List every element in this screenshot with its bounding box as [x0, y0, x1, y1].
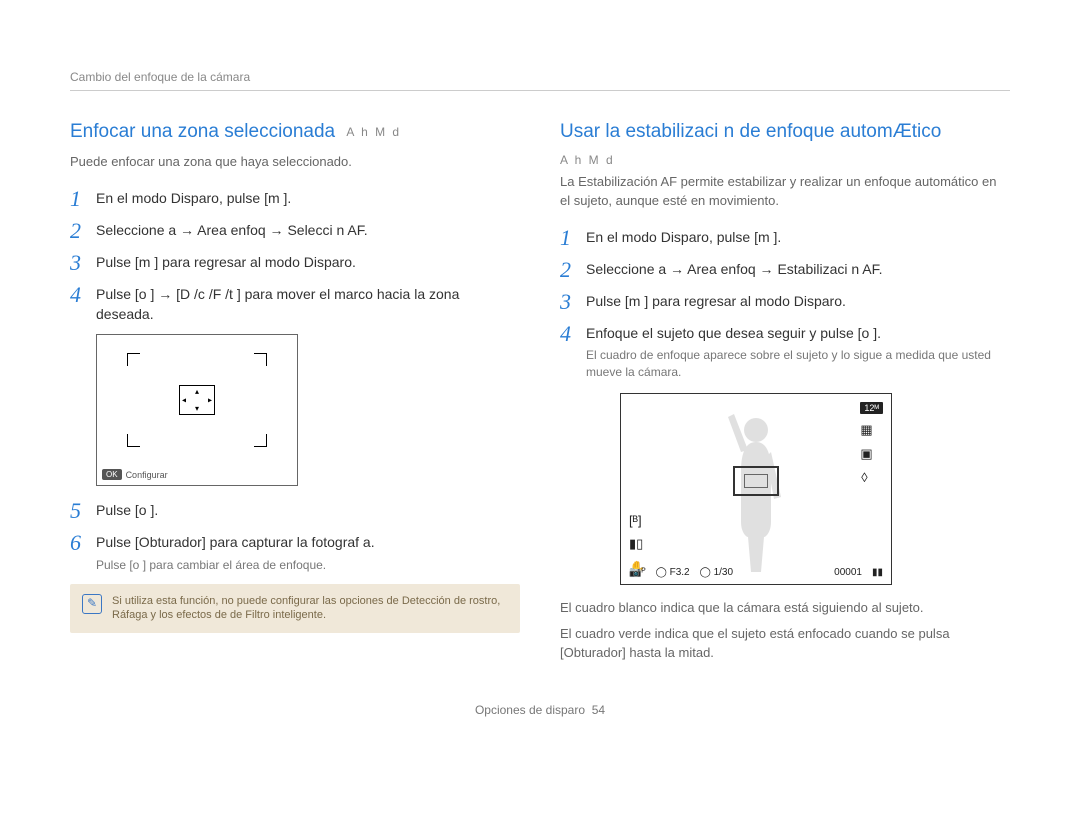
- right-icon-column: 12ᴹ ▦ ▣ ꕺ: [860, 402, 883, 486]
- step-body: En el modo Disparo, pulse [m ].: [96, 188, 520, 208]
- storage-icon: ▮▮: [872, 567, 883, 578]
- steps-left-a: 1En el modo Disparo, pulse [m ]. 2Selecc…: [70, 188, 520, 325]
- step-body: Pulse [o ].: [96, 500, 520, 520]
- intro-right: La Estabilización AF permite estabilizar…: [560, 173, 1010, 211]
- configure-label: Conﬁgurar: [126, 470, 168, 480]
- right-column: Usar la estabilizaci n de enfoque automÆ…: [560, 121, 1010, 679]
- step-body: Seleccione a → Area enfoq → Selecci n AF…: [96, 220, 520, 240]
- ok-bar: OK Conﬁgurar: [102, 469, 168, 480]
- steps-left-b: 5Pulse [o ]. 6 Pulse [Obturador] para ca…: [70, 500, 520, 573]
- step-body: Seleccione a → Area enfoq → Estabilizaci…: [586, 259, 1010, 279]
- shutter-value: ◯ 1/30: [700, 567, 733, 578]
- note-box: ✎ Si utiliza esta función, no puede conf…: [70, 584, 520, 634]
- page-footer: Opciones de disparo 54: [70, 703, 1010, 717]
- intro-left: Puede enfocar una zona que haya seleccio…: [70, 153, 520, 172]
- section-title-right: Usar la estabilizaci n de enfoque automÆ…: [560, 121, 1010, 143]
- step-num: 3: [70, 252, 96, 274]
- step-body: En el modo Disparo, pulse [m ].: [586, 227, 1010, 247]
- step-subtext: Pulse [o ] para cambiar el área de enfoq…: [96, 557, 520, 574]
- tracking-box-icon: [733, 466, 779, 496]
- bottom-status-row: 📷ᴾ ◯ F3.2 ◯ 1/30 00001 ▮▮: [629, 567, 883, 578]
- step-body: Enfoque el sujeto que desea seguir y pul…: [586, 323, 1010, 381]
- battery-meter-icon: ▮▯: [629, 536, 645, 552]
- step-num: 4: [560, 323, 586, 345]
- step-body: Pulse [m ] para regresar al modo Disparo…: [96, 252, 520, 272]
- step-body: Pulse [Obturador] para capturar la fotog…: [96, 532, 520, 573]
- footer-page: 54: [592, 703, 605, 717]
- step-num: 1: [70, 188, 96, 210]
- af-area-icon: [ᴮ]: [629, 513, 645, 528]
- corner-bracket-icon: [127, 434, 140, 447]
- focus-box-icon: ◂▸: [179, 385, 215, 415]
- step-body: Pulse [o ] → [D /c /F /t ] para mover el…: [96, 284, 520, 325]
- step-num: 1: [560, 227, 586, 249]
- corner-bracket-icon: [254, 353, 267, 366]
- aperture-value: ◯ F3.2: [656, 567, 690, 578]
- section-title-left: Enfocar una zona seleccionada A h M d: [70, 121, 520, 143]
- step-num: 4: [70, 284, 96, 306]
- note-icon: ✎: [82, 594, 102, 614]
- tracking-diagram: 12ᴹ ▦ ▣ ꕺ [ᴮ] ▮▯ ✋ 📷ᴾ ◯ F3.2 ◯ 1/30: [620, 393, 892, 585]
- step-subtext: El cuadro de enfoque aparece sobre el su…: [586, 347, 1010, 381]
- step-num: 2: [70, 220, 96, 242]
- mode-icons-right: A h M d: [560, 153, 1010, 167]
- title-text: Usar la estabilizaci n de enfoque automÆ…: [560, 121, 941, 142]
- ok-badge: OK: [102, 469, 122, 480]
- counter-value: 00001: [834, 567, 862, 578]
- step-num: 3: [560, 291, 586, 313]
- steps-right: 1En el modo Disparo, pulse [m ]. 2Selecc…: [560, 227, 1010, 381]
- mode-icons-left: A h M d: [346, 125, 401, 139]
- focus-diagram: ◂▸ OK Conﬁgurar: [96, 334, 298, 486]
- quality-icon: ▦: [860, 422, 883, 438]
- footer-section: Opciones de disparo: [475, 703, 585, 717]
- after-text-1: El cuadro blanco indica que la cámara es…: [560, 599, 1010, 618]
- step-body: Pulse [m ] para regresar al modo Disparo…: [586, 291, 1010, 311]
- after-text-2: El cuadro verde indica que el sujeto est…: [560, 625, 1010, 663]
- title-text: Enfocar una zona seleccionada: [70, 121, 335, 142]
- metering-icon: ▣: [860, 446, 883, 462]
- note-text: Si utiliza esta función, no puede config…: [112, 594, 508, 624]
- step-num: 5: [70, 500, 96, 522]
- flash-icon: ꕺ: [860, 470, 883, 486]
- resolution-icon: 12ᴹ: [860, 402, 883, 414]
- breadcrumb: Cambio del enfoque de la cámara: [70, 70, 1010, 91]
- mode-icon: 📷ᴾ: [629, 567, 646, 578]
- corner-bracket-icon: [254, 434, 267, 447]
- step-num: 2: [560, 259, 586, 281]
- step-num: 6: [70, 532, 96, 554]
- left-column: Enfocar una zona seleccionada A h M d Pu…: [70, 121, 520, 679]
- corner-bracket-icon: [127, 353, 140, 366]
